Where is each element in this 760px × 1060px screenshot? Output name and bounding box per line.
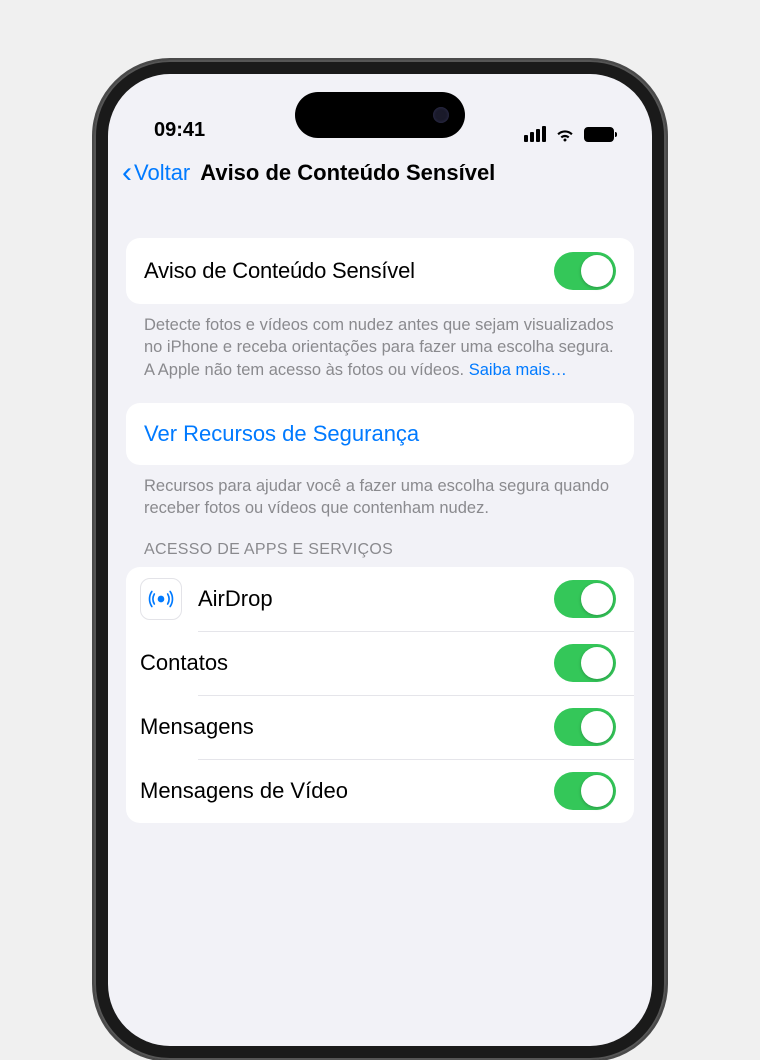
navigation-bar: ‹ Voltar Aviso de Conteúdo Sensível <box>108 148 652 202</box>
view-safety-resources-button[interactable]: Ver Recursos de Segurança <box>126 403 634 465</box>
main-footer-text: Detecte fotos e vídeos com nudez antes q… <box>126 304 634 381</box>
app-row-video-messages: Mensagens de Vídeo <box>126 759 634 823</box>
front-camera <box>433 107 449 123</box>
app-row-contacts: Contatos <box>126 631 634 695</box>
phone-frame: 09:41 ‹ Voltar Aviso de Conteúdo Sensíve… <box>94 60 666 1060</box>
video-messages-toggle[interactable] <box>554 772 616 810</box>
app-row-airdrop: AirDrop <box>126 567 634 631</box>
sensitive-content-warning-label: Aviso de Conteúdo Sensível <box>144 258 554 284</box>
screen: 09:41 ‹ Voltar Aviso de Conteúdo Sensíve… <box>108 74 652 1046</box>
airdrop-toggle[interactable] <box>554 580 616 618</box>
app-row-messages: Mensagens <box>126 695 634 759</box>
app-label: AirDrop <box>198 586 538 612</box>
status-time: 09:41 <box>154 119 205 142</box>
battery-icon <box>584 127 614 142</box>
cellular-signal-icon <box>524 126 546 142</box>
messages-toggle[interactable] <box>554 708 616 746</box>
sensitive-content-warning-row: Aviso de Conteúdo Sensível <box>126 238 634 304</box>
app-label: Mensagens <box>140 714 538 740</box>
airdrop-icon <box>140 578 182 620</box>
wifi-icon <box>554 126 576 142</box>
page-title: Aviso de Conteúdo Sensível <box>200 160 638 186</box>
dynamic-island <box>295 92 465 138</box>
chevron-left-icon: ‹ <box>122 158 132 188</box>
contacts-toggle[interactable] <box>554 644 616 682</box>
safety-footer-text: Recursos para ajudar você a fazer uma es… <box>126 465 634 520</box>
apps-section-header: ACESSO DE APPS E SERVIÇOS <box>126 541 634 567</box>
back-label: Voltar <box>134 160 190 186</box>
back-button[interactable]: ‹ Voltar <box>122 158 190 188</box>
app-label: Contatos <box>140 650 538 676</box>
app-label: Mensagens de Vídeo <box>140 778 538 804</box>
sensitive-content-warning-toggle[interactable] <box>554 252 616 290</box>
learn-more-link[interactable]: Saiba mais… <box>469 361 567 379</box>
